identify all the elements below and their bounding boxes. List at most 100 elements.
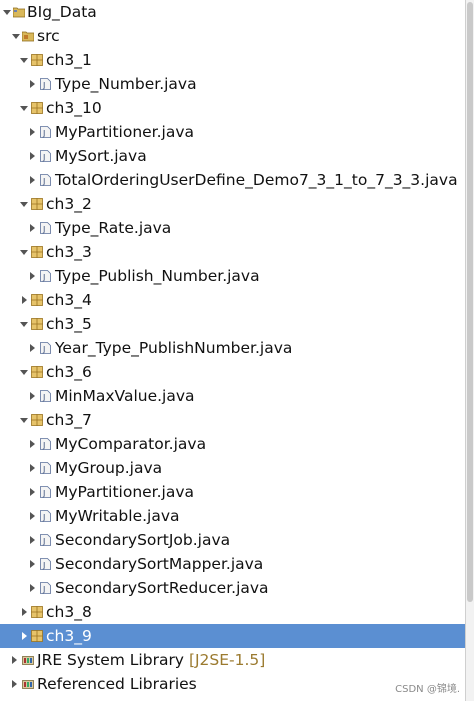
tree-item-file[interactable]: J Year_Type_PublishNumber.java xyxy=(0,336,466,360)
tree-item-project[interactable]: BIg_Data xyxy=(0,0,466,24)
project-folder-icon xyxy=(13,6,25,18)
collapse-arrow-icon[interactable] xyxy=(27,144,37,168)
svg-text:J: J xyxy=(42,153,45,162)
source-folder-icon xyxy=(22,30,34,42)
expand-arrow-icon[interactable] xyxy=(19,312,29,336)
tree-item-file[interactable]: J SecondarySortMapper.java xyxy=(0,552,466,576)
tree-item-package-ch3_1[interactable]: ch3_1 xyxy=(0,48,466,72)
collapse-arrow-icon[interactable] xyxy=(9,648,19,672)
tree-item-label: ch3_6 xyxy=(46,363,92,381)
tree-item-src[interactable]: src xyxy=(0,24,466,48)
package-icon xyxy=(31,318,43,330)
library-icon xyxy=(22,678,34,690)
java-file-icon: J xyxy=(40,462,51,474)
tree-item-file[interactable]: J Type_Number.java xyxy=(0,72,466,96)
java-file-icon: J xyxy=(40,342,51,354)
tree-item-label: ch3_3 xyxy=(46,243,92,261)
collapse-arrow-icon[interactable] xyxy=(27,528,37,552)
vertical-scrollbar[interactable] xyxy=(465,0,474,701)
tree-item-package-ch3_6[interactable]: ch3_6 xyxy=(0,360,466,384)
tree-item-label: MyPartitioner.java xyxy=(55,123,195,141)
collapse-arrow-icon[interactable] xyxy=(27,576,37,600)
tree-item-package-ch3_5[interactable]: ch3_5 xyxy=(0,312,466,336)
tree-item-package-ch3_4[interactable]: ch3_4 xyxy=(0,288,466,312)
collapse-arrow-icon[interactable] xyxy=(27,120,37,144)
collapse-arrow-icon[interactable] xyxy=(19,288,29,312)
collapse-arrow-icon[interactable] xyxy=(27,480,37,504)
tree-item-package-ch3_2[interactable]: ch3_2 xyxy=(0,192,466,216)
collapse-arrow-icon[interactable] xyxy=(27,384,37,408)
collapse-arrow-icon[interactable] xyxy=(27,264,37,288)
scrollbar-thumb[interactable] xyxy=(467,2,473,602)
tree-item-label: MySort.java xyxy=(55,147,147,165)
collapse-arrow-icon[interactable] xyxy=(27,504,37,528)
tree-item-label: Type_Rate.java xyxy=(55,219,172,237)
expand-arrow-icon[interactable] xyxy=(19,192,29,216)
tree-item-label: TotalOrderingUserDefine_Demo7_3_1_to_7_3… xyxy=(55,171,458,189)
java-file-icon: J xyxy=(40,222,51,234)
tree-item-package-ch3_8[interactable]: ch3_8 xyxy=(0,600,466,624)
java-file-icon: J xyxy=(40,534,51,546)
svg-text:J: J xyxy=(42,513,45,522)
tree-item-file[interactable]: J MyComparator.java xyxy=(0,432,466,456)
svg-text:J: J xyxy=(42,465,45,474)
tree-item-package-ch3_10[interactable]: ch3_10 xyxy=(0,96,466,120)
svg-text:J: J xyxy=(42,345,45,354)
tree-item-jre-library[interactable]: JRE System Library [J2SE-1.5] xyxy=(0,648,466,672)
svg-text:J: J xyxy=(42,585,45,594)
svg-text:J: J xyxy=(42,537,45,546)
tree-item-label: Referenced Libraries xyxy=(37,675,197,693)
expand-arrow-icon[interactable] xyxy=(19,408,29,432)
package-icon xyxy=(31,606,43,618)
expand-arrow-icon[interactable] xyxy=(19,240,29,264)
tree-item-label: BIg_Data xyxy=(27,3,97,21)
java-file-icon: J xyxy=(40,78,51,90)
collapse-arrow-icon[interactable] xyxy=(27,216,37,240)
tree-item-file[interactable]: J MyGroup.java xyxy=(0,456,466,480)
expand-arrow-icon[interactable] xyxy=(19,360,29,384)
tree-item-label: SecondarySortReducer.java xyxy=(55,579,269,597)
tree-item-file[interactable]: J MySort.java xyxy=(0,144,466,168)
collapse-arrow-icon[interactable] xyxy=(27,168,37,192)
tree-item-package-ch3_9[interactable]: ch3_9 xyxy=(0,624,466,648)
tree-item-label: MyComparator.java xyxy=(55,435,207,453)
collapse-arrow-icon[interactable] xyxy=(27,456,37,480)
collapse-arrow-icon[interactable] xyxy=(19,624,29,648)
tree-item-label: Type_Publish_Number.java xyxy=(55,267,260,285)
svg-text:J: J xyxy=(42,177,45,186)
svg-text:J: J xyxy=(42,393,45,402)
tree-item-label: ch3_1 xyxy=(46,51,92,69)
tree-item-file[interactable]: J SecondarySortJob.java xyxy=(0,528,466,552)
tree-item-file[interactable]: J SecondarySortReducer.java xyxy=(0,576,466,600)
svg-text:J: J xyxy=(42,441,45,450)
collapse-arrow-icon[interactable] xyxy=(9,672,19,696)
tree-item-file[interactable]: J MyPartitioner.java xyxy=(0,120,466,144)
package-icon xyxy=(31,102,43,114)
tree-item-package-ch3_3[interactable]: ch3_3 xyxy=(0,240,466,264)
collapse-arrow-icon[interactable] xyxy=(27,432,37,456)
collapse-arrow-icon[interactable] xyxy=(27,552,37,576)
expand-arrow-icon[interactable] xyxy=(19,96,29,120)
package-icon xyxy=(31,246,43,258)
svg-text:J: J xyxy=(42,273,45,282)
collapse-arrow-icon[interactable] xyxy=(27,72,37,96)
tree-item-package-ch3_7[interactable]: ch3_7 xyxy=(0,408,466,432)
tree-item-file[interactable]: J MyPartitioner.java xyxy=(0,480,466,504)
tree-item-label: ch3_5 xyxy=(46,315,92,333)
collapse-arrow-icon[interactable] xyxy=(19,600,29,624)
tree-item-file[interactable]: J MyWritable.java xyxy=(0,504,466,528)
tree-item-label: ch3_4 xyxy=(46,291,92,309)
collapse-arrow-icon[interactable] xyxy=(27,336,37,360)
tree-item-file[interactable]: J TotalOrderingUserDefine_Demo7_3_1_to_7… xyxy=(0,168,466,192)
tree-item-file[interactable]: J Type_Publish_Number.java xyxy=(0,264,466,288)
tree-item-label: Type_Number.java xyxy=(55,75,197,93)
tree-item-file[interactable]: J MinMaxValue.java xyxy=(0,384,466,408)
tree-item-label: ch3_2 xyxy=(46,195,92,213)
package-icon xyxy=(31,294,43,306)
package-icon xyxy=(31,54,43,66)
expand-arrow-icon[interactable] xyxy=(11,24,21,48)
expand-arrow-icon[interactable] xyxy=(2,0,12,24)
expand-arrow-icon[interactable] xyxy=(19,48,29,72)
tree-item-label: MyWritable.java xyxy=(55,507,180,525)
tree-item-file[interactable]: J Type_Rate.java xyxy=(0,216,466,240)
